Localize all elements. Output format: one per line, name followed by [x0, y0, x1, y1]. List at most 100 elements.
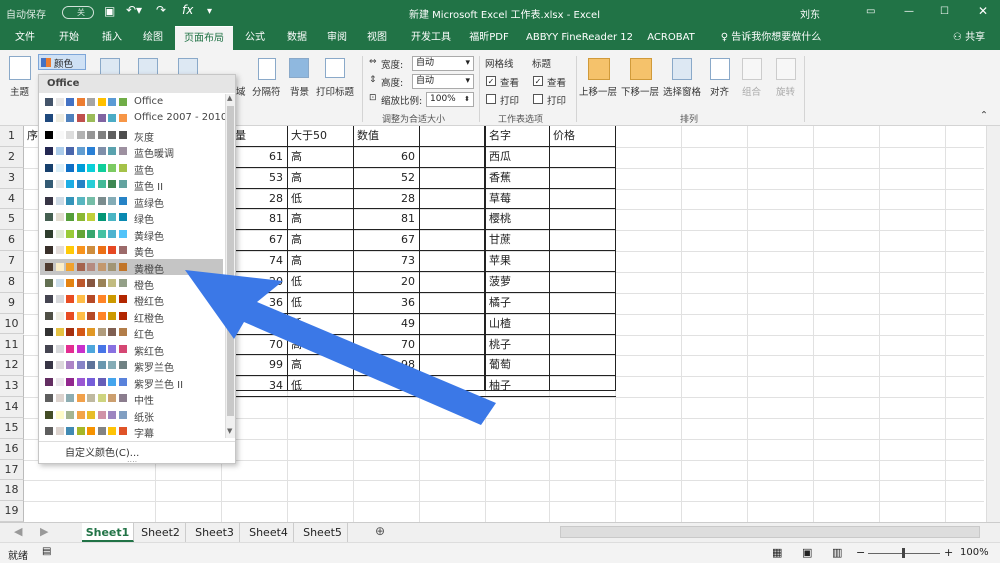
row-header[interactable]: 12 [0, 355, 24, 377]
color-scheme-item[interactable]: 黄橙色 [40, 258, 223, 276]
color-scheme-item[interactable]: 橙色 [40, 275, 223, 292]
save-icon[interactable]: ▣ [104, 4, 115, 18]
selection-pane-icon[interactable] [672, 58, 692, 80]
color-scheme-item[interactable]: 蓝色 II [40, 176, 223, 193]
tab-abbyy[interactable]: ABBYY FineReader 12 [526, 26, 633, 50]
headings-print-checkbox[interactable] [533, 94, 543, 104]
horizontal-scrollbar[interactable] [560, 526, 980, 538]
color-scheme-item[interactable]: 中性 [40, 390, 223, 407]
row-header[interactable]: 3 [0, 167, 24, 189]
header-cell-values[interactable]: 数值 [354, 126, 382, 146]
breaks-icon[interactable] [258, 58, 276, 80]
row-header[interactable]: 16 [0, 438, 24, 460]
tab-foxit-pdf[interactable]: 福昕PDF [466, 26, 512, 50]
color-scheme-item[interactable]: 橙红色 [40, 291, 223, 308]
sheet-tab-3[interactable]: Sheet3 [190, 523, 240, 542]
name-cell[interactable]: 甘蔗 [486, 230, 548, 250]
value-cell[interactable]: 52 [354, 168, 418, 188]
value-cell[interactable]: 73 [354, 251, 418, 271]
row-header[interactable]: 1 [0, 126, 24, 147]
scroll-left-icon[interactable]: ◀ [14, 525, 22, 538]
value-cell[interactable]: 60 [354, 147, 418, 167]
background-button[interactable]: 背景 [290, 84, 309, 98]
gridlines-view-checkbox[interactable]: ✓ [486, 76, 496, 86]
color-scheme-item[interactable]: Office 2007 - 2010 [40, 110, 227, 126]
row-header[interactable]: 2 [0, 146, 24, 168]
rotate-icon[interactable] [776, 58, 796, 80]
value-cell[interactable]: 28 [354, 189, 418, 209]
color-scheme-item[interactable]: Office [40, 94, 223, 110]
group-button[interactable]: 组合 [742, 84, 761, 98]
row-header[interactable]: 9 [0, 292, 24, 314]
normal-view-icon[interactable]: ▦ [772, 546, 782, 559]
share-button[interactable]: ⚇ 共享 [944, 26, 994, 50]
bring-forward-button[interactable]: 上移一层 [579, 84, 617, 98]
zoom-in-icon[interactable]: + [944, 546, 953, 559]
tab-file[interactable]: 文件 [10, 26, 40, 50]
name-cell[interactable]: 桃子 [486, 335, 548, 355]
color-scheme-item[interactable]: 蓝色暖调 [40, 143, 223, 160]
print-titles-icon[interactable] [325, 58, 345, 78]
tell-me-search[interactable]: ♀ 告诉我你想要做什么 [716, 26, 826, 50]
row-header[interactable]: 13 [0, 376, 24, 398]
row-header[interactable]: 11 [0, 334, 24, 356]
row-header[interactable]: 6 [0, 230, 24, 252]
sheet-tab-1[interactable]: Sheet1 [82, 523, 134, 542]
value-cell[interactable]: 36 [354, 293, 418, 313]
align-button[interactable]: 对齐 [710, 84, 729, 98]
bring-forward-icon[interactable] [588, 58, 610, 80]
header-cell-gt50[interactable]: 大于50 [288, 126, 330, 146]
print-area-label[interactable]: 域 [236, 84, 246, 98]
row-header[interactable]: 4 [0, 188, 24, 210]
rotate-button[interactable]: 旋转 [776, 84, 795, 98]
tab-draw[interactable]: 绘图 [138, 26, 168, 50]
color-scheme-item[interactable]: 字幕 [40, 423, 223, 440]
color-scheme-item[interactable]: 黄色 [40, 242, 223, 259]
name-cell[interactable]: 橘子 [486, 293, 548, 313]
tab-insert[interactable]: 插入 [97, 26, 127, 50]
tab-formulas[interactable]: 公式 [240, 26, 270, 50]
name-cell[interactable]: 苹果 [486, 251, 548, 271]
value-cell[interactable]: 98 [354, 355, 418, 375]
dropdown-scrollbar[interactable]: ▲ ▼ [225, 94, 235, 438]
gt50-cell[interactable]: 高 [288, 209, 352, 229]
row-header[interactable]: 19 [0, 501, 24, 523]
name-cell[interactable]: 柚子 [486, 376, 548, 396]
row-header[interactable]: 7 [0, 251, 24, 272]
zoom-out-icon[interactable]: − [856, 546, 865, 559]
row-header[interactable]: 18 [0, 480, 24, 502]
scroll-down-icon[interactable]: ▼ [227, 427, 232, 435]
value-cell[interactable]: 70 [354, 335, 418, 355]
color-scheme-item[interactable]: 纸张 [40, 407, 223, 424]
value-cell[interactable]: 20 [354, 272, 418, 292]
row-header[interactable]: 17 [0, 459, 24, 481]
gt50-cell[interactable]: 低 [288, 272, 352, 292]
color-scheme-item[interactable]: 黄绿色 [40, 226, 223, 243]
header-cell-price[interactable]: 价格 [550, 126, 578, 146]
gt50-cell[interactable]: 高 [288, 335, 352, 355]
autosave-toggle[interactable]: 关 [62, 6, 94, 19]
ribbon-display-icon[interactable]: ▭ [866, 6, 875, 17]
gt50-cell[interactable]: 低 [288, 314, 352, 334]
value-cell[interactable]: 67 [354, 230, 418, 250]
gt50-cell[interactable]: 高 [288, 251, 352, 271]
name-cell[interactable]: 西瓜 [486, 147, 548, 167]
headings-view-checkbox[interactable]: ✓ [533, 76, 543, 86]
tab-developer[interactable]: 开发工具 [408, 26, 454, 50]
color-scheme-item[interactable]: 绿色 [40, 209, 223, 226]
align-icon[interactable] [710, 58, 730, 80]
background-icon[interactable] [289, 58, 309, 78]
user-name[interactable]: 刘东 [800, 6, 820, 21]
vertical-scrollbar[interactable] [986, 126, 1000, 522]
add-sheet-icon[interactable]: ⊕ [375, 524, 385, 538]
tab-home[interactable]: 开始 [54, 26, 84, 50]
color-scheme-item[interactable]: 灰度 [40, 127, 223, 144]
theme-label[interactable]: 主题 [10, 84, 29, 98]
tab-acrobat[interactable]: ACROBAT [644, 26, 698, 50]
group-icon[interactable] [742, 58, 762, 80]
value-cell[interactable]: 49 [354, 314, 418, 334]
macro-record-icon[interactable]: ▤ [42, 546, 51, 557]
sheet-tab-2[interactable]: Sheet2 [136, 523, 186, 542]
resize-handle[interactable]: .... [127, 455, 137, 464]
height-select[interactable]: 自动 ▾ [412, 74, 474, 89]
